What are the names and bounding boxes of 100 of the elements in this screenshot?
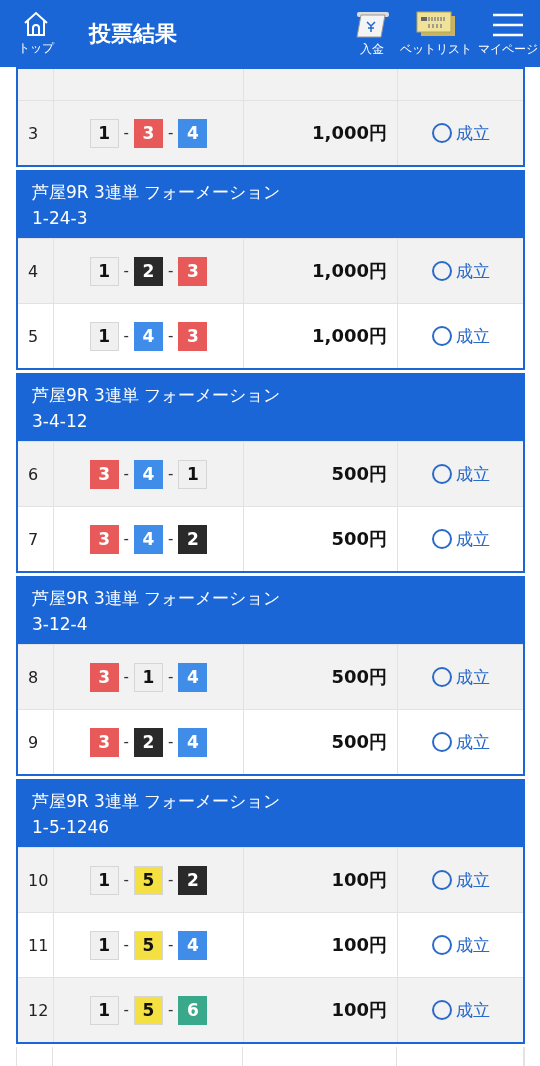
tickets-icon bbox=[415, 9, 457, 38]
row-number: 6 bbox=[27, 464, 39, 484]
boat-number-badge: 3 bbox=[178, 321, 208, 351]
bet-status: 成立 bbox=[455, 462, 490, 486]
bet-status: 成立 bbox=[455, 665, 490, 689]
home-button[interactable]: トップ bbox=[7, 10, 65, 57]
menu-icon bbox=[492, 11, 524, 38]
boat-number-badge: 5 bbox=[134, 865, 163, 895]
boat-number-badge: 3 bbox=[89, 727, 119, 757]
boat-number-badge: 1 bbox=[178, 459, 208, 489]
bet-amount: 100円 bbox=[331, 868, 387, 892]
bet-title: 芦屋9R 3連単 フォーメーション bbox=[32, 181, 282, 204]
circle-icon bbox=[431, 732, 452, 752]
bet-amount: 500円 bbox=[331, 665, 387, 689]
boat-number-badge: 2 bbox=[134, 727, 163, 757]
separator-dash: - bbox=[123, 1001, 129, 1019]
boat-number-badge: 5 bbox=[134, 930, 163, 960]
separator-dash: - bbox=[168, 327, 174, 345]
circle-icon bbox=[431, 1000, 452, 1020]
separator-dash: - bbox=[168, 936, 174, 954]
circle-icon bbox=[431, 326, 452, 346]
separator-dash: - bbox=[123, 733, 129, 751]
boat-number-badge: 2 bbox=[134, 256, 163, 286]
boat-number-badge: 4 bbox=[134, 524, 163, 554]
row-number: 11 bbox=[27, 935, 49, 955]
boat-number-badge: 4 bbox=[178, 727, 208, 757]
bet-combination: 1-24-3 bbox=[32, 207, 89, 230]
boat-number-badge: 6 bbox=[178, 995, 208, 1025]
separator-dash: - bbox=[168, 262, 174, 280]
bet-combination: 1-5-1246 bbox=[32, 816, 111, 839]
header-action-button[interactable]: 入金 bbox=[350, 9, 394, 58]
bet-status: 成立 bbox=[455, 868, 490, 892]
row-number: 9 bbox=[27, 732, 39, 752]
bet-amount: 500円 bbox=[331, 527, 387, 551]
bet-title: 芦屋9R 3連単 フォーメーション bbox=[32, 587, 282, 610]
bet-combination: 3-4-12 bbox=[32, 410, 89, 433]
boat-number-badge: 4 bbox=[178, 662, 208, 692]
header-action-button[interactable]: ベットリスト bbox=[400, 9, 472, 58]
bet-amount: 1,000円 bbox=[312, 121, 387, 145]
circle-icon bbox=[431, 935, 452, 955]
header-action-button[interactable]: マイページ bbox=[478, 11, 538, 58]
separator-dash: - bbox=[123, 327, 129, 345]
boat-number-badge: 2 bbox=[178, 524, 208, 554]
bet-amount: 500円 bbox=[331, 730, 387, 754]
boat-number-badge: 3 bbox=[134, 118, 163, 148]
boat-number-badge: 3 bbox=[89, 662, 119, 692]
bet-status: 成立 bbox=[455, 121, 490, 145]
bet-combination: 3-12-4 bbox=[32, 613, 89, 636]
circle-icon bbox=[431, 529, 452, 549]
circle-icon bbox=[431, 870, 452, 890]
bet-status: 成立 bbox=[455, 730, 490, 754]
boat-number-badge: 1 bbox=[89, 865, 119, 895]
row-number: 4 bbox=[27, 261, 39, 281]
boat-number-badge: 1 bbox=[89, 118, 119, 148]
atm-card-icon bbox=[353, 9, 391, 38]
separator-dash: - bbox=[168, 465, 174, 483]
bet-status: 成立 bbox=[455, 324, 490, 348]
boat-number-badge: 4 bbox=[178, 930, 208, 960]
boat-number-badge: 3 bbox=[89, 459, 119, 489]
circle-icon bbox=[431, 261, 452, 281]
boat-number-badge: 1 bbox=[89, 995, 119, 1025]
boat-number-badge: 3 bbox=[178, 256, 208, 286]
bet-status: 成立 bbox=[455, 998, 490, 1022]
bet-amount: 100円 bbox=[331, 998, 387, 1022]
separator-dash: - bbox=[123, 262, 129, 280]
boat-number-badge: 2 bbox=[178, 865, 208, 895]
bet-amount: 500円 bbox=[331, 462, 387, 486]
bet-status: 成立 bbox=[455, 527, 490, 551]
boat-number-badge: 5 bbox=[134, 995, 163, 1025]
separator-dash: - bbox=[123, 936, 129, 954]
boat-number-badge: 1 bbox=[89, 256, 119, 286]
boat-number-badge: 3 bbox=[89, 524, 119, 554]
separator-dash: - bbox=[168, 871, 174, 889]
separator-dash: - bbox=[168, 1001, 174, 1019]
bet-amount: 1,000円 bbox=[312, 324, 387, 348]
boat-number-badge: 4 bbox=[178, 118, 208, 148]
boat-number-badge: 4 bbox=[134, 459, 163, 489]
boat-number-badge: 1 bbox=[89, 930, 119, 960]
separator-dash: - bbox=[168, 530, 174, 548]
separator-dash: - bbox=[168, 668, 174, 686]
circle-icon bbox=[431, 123, 452, 143]
separator-dash: - bbox=[123, 124, 129, 142]
separator-dash: - bbox=[168, 124, 174, 142]
row-number: 3 bbox=[27, 123, 39, 143]
row-number: 10 bbox=[27, 870, 49, 890]
separator-dash: - bbox=[123, 871, 129, 889]
home-icon bbox=[22, 10, 50, 38]
bet-status: 成立 bbox=[455, 259, 490, 283]
separator-dash: - bbox=[123, 668, 129, 686]
bet-amount: 100円 bbox=[331, 933, 387, 957]
bet-status: 成立 bbox=[455, 933, 490, 957]
separator-dash: - bbox=[123, 530, 129, 548]
row-number: 5 bbox=[27, 326, 39, 346]
separator-dash: - bbox=[168, 733, 174, 751]
bet-title: 芦屋9R 3連単 フォーメーション bbox=[32, 790, 282, 813]
row-number: 12 bbox=[27, 1000, 49, 1020]
bet-title: 芦屋9R 3連単 フォーメーション bbox=[32, 384, 282, 407]
boat-number-badge: 1 bbox=[89, 321, 119, 351]
row-number: 8 bbox=[27, 667, 39, 687]
boat-number-badge: 1 bbox=[134, 662, 163, 692]
